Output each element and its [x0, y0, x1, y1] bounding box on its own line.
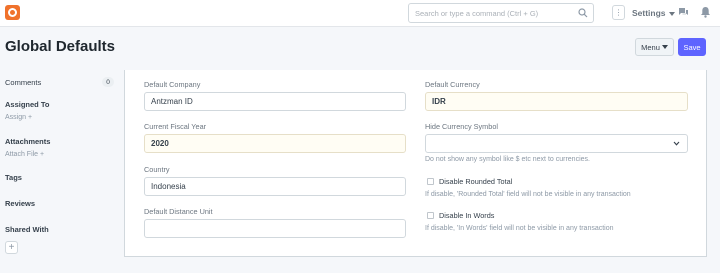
default-distance-unit-field[interactable]	[144, 219, 406, 238]
hide-currency-symbol-label: Hide Currency Symbol	[425, 122, 498, 131]
disable-in-words-checkbox[interactable]	[427, 212, 434, 219]
chevron-down-icon	[668, 11, 675, 16]
attach-file-link[interactable]: Attach File +	[5, 151, 44, 158]
current-fiscal-year-field[interactable]: 2020	[144, 134, 406, 153]
chat-icon[interactable]	[678, 7, 689, 18]
assign-link[interactable]: Assign +	[5, 114, 32, 121]
search-bar[interactable]	[408, 3, 594, 23]
country-label: Country	[144, 165, 170, 174]
sidebar-tags-label[interactable]: Tags	[5, 173, 22, 182]
default-currency-field[interactable]: IDR	[425, 92, 688, 111]
add-share-button[interactable]: +	[5, 241, 18, 254]
default-currency-label: Default Currency	[425, 80, 480, 89]
form-body: Default Company Antzman ID Current Fisca…	[124, 70, 707, 257]
hide-currency-symbol-help: Do not show any symbol like $ etc next t…	[425, 156, 590, 163]
sidebar-shared-with-label: Shared With	[5, 225, 49, 234]
disable-rounded-total-checkbox[interactable]	[427, 178, 434, 185]
sidebar-attachments-label: Attachments	[5, 137, 51, 146]
search-icon[interactable]	[578, 8, 588, 18]
sidebar-assigned-to-label: Assigned To	[5, 100, 50, 109]
sidebar-reviews-label: Reviews	[5, 199, 36, 208]
menu-button[interactable]: Menu	[635, 38, 674, 56]
country-field[interactable]: Indonesia	[144, 177, 406, 196]
search-input[interactable]	[409, 4, 577, 22]
comments-count-badge: 0	[102, 77, 114, 87]
disable-in-words-label[interactable]: Disable In Words	[439, 211, 494, 220]
menu-label: Menu	[641, 42, 660, 52]
chevron-down-icon	[661, 45, 668, 49]
page-title: Global Defaults	[5, 38, 116, 55]
disable-in-words-help: If disable, 'In Words' field will not be…	[425, 225, 614, 232]
settings-label: Settings	[632, 8, 666, 18]
chevron-down-icon	[673, 141, 680, 146]
current-fiscal-year-label: Current Fiscal Year	[144, 122, 207, 131]
settings-dropdown[interactable]: Settings	[632, 8, 675, 18]
default-company-label: Default Company	[144, 80, 201, 89]
more-options-icon[interactable]: ⋮	[612, 5, 625, 20]
disable-rounded-total-label[interactable]: Disable Rounded Total	[439, 177, 512, 186]
navbar: ⋮ Settings	[0, 0, 720, 27]
app-logo[interactable]	[5, 5, 20, 20]
sidebar-comments-label[interactable]: Comments	[5, 78, 41, 87]
bell-icon[interactable]	[700, 6, 711, 18]
default-company-field[interactable]: Antzman ID	[144, 92, 406, 111]
save-button[interactable]: Save	[678, 38, 706, 56]
hide-currency-symbol-select[interactable]	[425, 134, 688, 153]
default-distance-unit-label: Default Distance Unit	[144, 207, 213, 216]
disable-rounded-total-help: If disable, 'Rounded Total' field will n…	[425, 191, 631, 198]
